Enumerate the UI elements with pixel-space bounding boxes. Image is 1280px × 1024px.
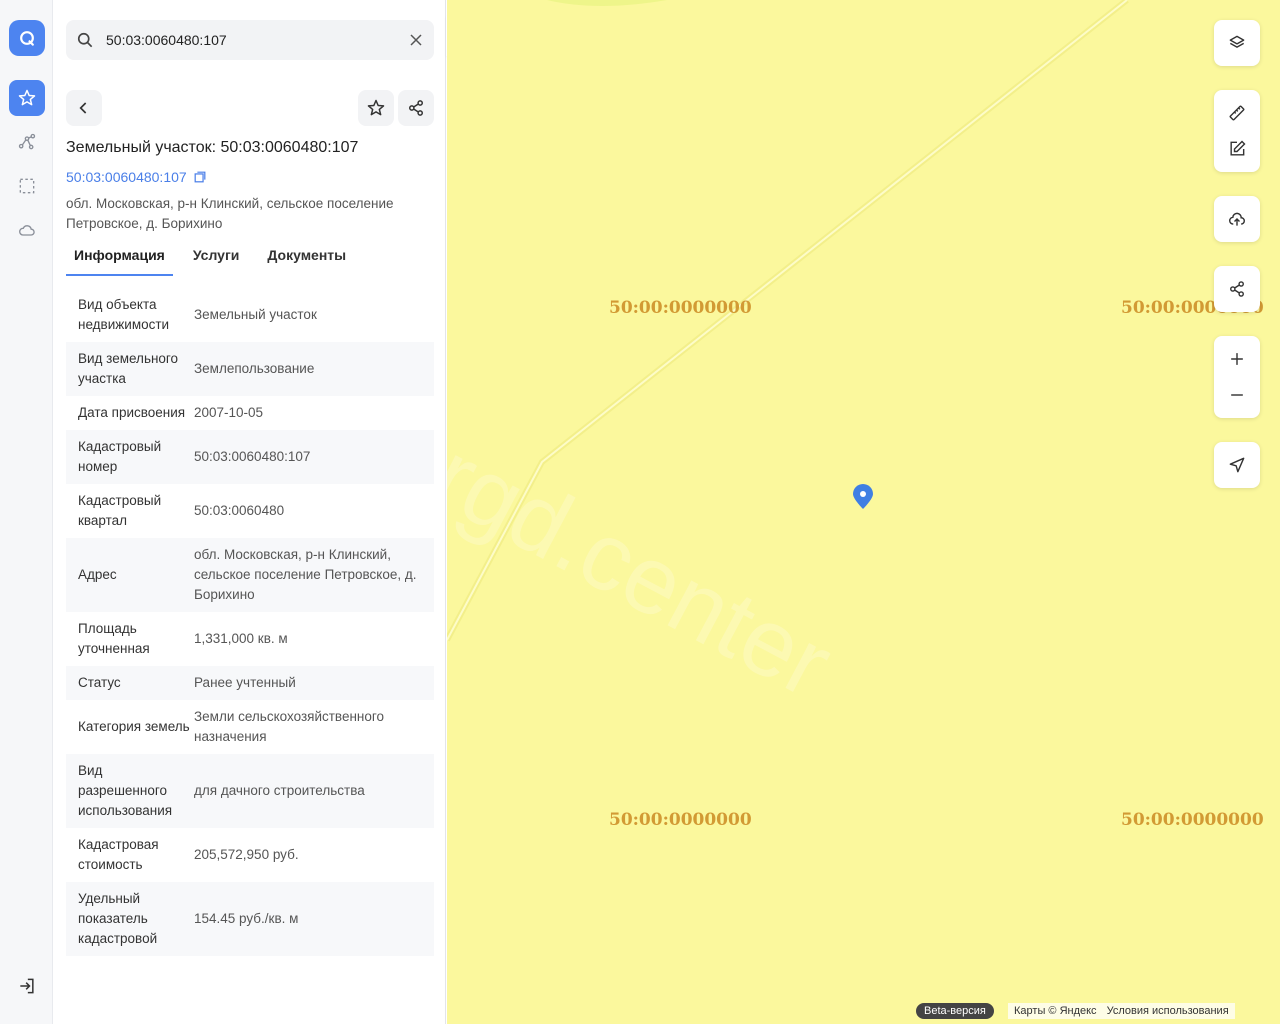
row-value: 1,331,000 кв. м <box>194 631 288 646</box>
quarter-label: 50:00:0000000 <box>609 298 752 318</box>
row-value: для дачного строительства <box>194 783 365 798</box>
favorites-button[interactable] <box>9 80 45 116</box>
share-button[interactable] <box>398 90 434 126</box>
quarter-label: 50:00:0000000 <box>1121 810 1264 830</box>
chevron-left-icon <box>79 102 87 114</box>
row-key: Вид объекта недвижимости <box>78 297 170 332</box>
edit-icon[interactable] <box>1227 139 1247 159</box>
table-row: Статус Ранее учтенный <box>66 666 434 700</box>
route-icon <box>18 133 36 150</box>
cadastral-number-text[interactable]: 50:03:0060480:107 <box>66 169 187 185</box>
table-row: Дата присвоения 2007-10-05 <box>66 396 434 430</box>
left-rail <box>0 0 53 1024</box>
row-value: Ранее учтенный <box>194 675 296 690</box>
beta-badge: Beta-версия <box>916 1003 994 1019</box>
table-row: Адрес обл. Московская, р-н Клинский, сель… <box>66 538 434 612</box>
location-pin-icon[interactable] <box>852 484 874 510</box>
object-panel: Земельный участок: 50:03:0060480:107 50:… <box>54 0 446 1024</box>
search-input[interactable] <box>106 21 408 59</box>
object-address: обл. Московская, р-н Клинский, сельское … <box>66 194 426 234</box>
row-key: Площадь уточненная <box>78 621 150 656</box>
row-key: Вид разрешенного использования <box>78 763 173 818</box>
row-value: 154.45 руб./кв. м <box>194 911 299 926</box>
back-button[interactable] <box>66 90 102 126</box>
share-icon <box>409 100 423 116</box>
quarter-label: 50:00:0000000 <box>609 810 752 830</box>
table-row: Вид земельного участка Землепользование <box>66 342 434 396</box>
close-icon[interactable] <box>408 32 424 48</box>
star-icon <box>367 99 385 116</box>
cloud-button[interactable] <box>9 212 45 248</box>
row-key: Вид земельного участка <box>78 351 179 386</box>
row-key: Кадастровый квартал <box>78 493 162 528</box>
table-row: Вид объекта недвижимости Земельный участо… <box>66 288 434 342</box>
map-attribution: Карты © Яндекс Условия использования <box>1008 1003 1235 1019</box>
info-table: Вид объекта недвижимости Земельный участо… <box>66 288 434 1002</box>
row-key: Статус <box>78 675 121 690</box>
row-key: Удельный показатель кадастровой <box>78 891 158 946</box>
map-share-button[interactable] <box>1214 266 1260 312</box>
row-value: Земли сельскохозяйственного назначения <box>194 709 385 744</box>
row-key: Кадастровая стоимость <box>78 837 159 872</box>
row-key: Дата присвоения <box>78 405 186 420</box>
route-button[interactable] <box>9 124 45 160</box>
cloud-icon <box>19 225 35 236</box>
zoom-in-icon[interactable] <box>1227 349 1247 369</box>
row-value: Земельный участок <box>194 307 317 322</box>
logout-icon <box>20 978 34 994</box>
ruler-icon[interactable] <box>1227 103 1247 123</box>
map-tools-group <box>1214 90 1260 172</box>
row-value: Землепользование <box>194 361 315 376</box>
row-key: Адрес <box>78 567 117 582</box>
area-select-button[interactable] <box>9 168 45 204</box>
terms-link[interactable]: Условия использования <box>1107 1005 1229 1017</box>
tab-services[interactable]: Услуги <box>185 244 248 276</box>
zoom-controls <box>1214 336 1260 418</box>
row-value: 50:03:0060480:107 <box>194 449 311 464</box>
row-value: 50:03:0060480 <box>194 503 285 518</box>
logout-button[interactable] <box>9 968 45 1004</box>
navigation-arrow-icon <box>1229 457 1245 473</box>
copyright-text[interactable]: Карты © Яндекс <box>1014 1005 1097 1017</box>
row-value: 2007-10-05 <box>194 405 264 420</box>
address-line: Петровское, д. Борихино <box>66 216 223 231</box>
address-line: обл. Московская, р-н Клинский, сельское … <box>66 196 394 211</box>
table-row: Кадастровая стоимость 205,572,950 руб. <box>66 828 434 882</box>
layers-button[interactable] <box>1214 20 1260 66</box>
row-key: Категория земель <box>78 719 190 734</box>
page-title: Земельный участок: 50:03:0060480:107 <box>66 139 359 156</box>
cloud-upload-icon <box>1229 212 1245 226</box>
table-row: Удельный показатель кадастровой 154.45 ру… <box>66 882 434 956</box>
star-icon <box>18 89 36 106</box>
table-row: Вид разрешенного использования для дачног… <box>66 754 434 828</box>
row-value: обл. Московская, р-н Клинский, сельское … <box>194 547 417 602</box>
table-row: Кадастровый квартал 50:03:0060480 <box>66 484 434 538</box>
row-value: 205,572,950 руб. <box>194 847 299 862</box>
table-row: Площадь уточненная 1,331,000 кв. м <box>66 612 434 666</box>
table-row: Категория земель Земли сельскохозяйственн… <box>66 700 434 754</box>
search-icon <box>77 32 93 48</box>
tab-info[interactable]: Информация <box>66 244 173 276</box>
table-row: Кадастровый номер 50:03:0060480:107 <box>66 430 434 484</box>
row-key: Кадастровый номер <box>78 439 162 474</box>
tab-bar: Информация Услуги Документы <box>66 244 434 276</box>
copy-icon[interactable] <box>193 170 207 184</box>
share-icon <box>1230 281 1244 297</box>
selection-icon <box>19 178 35 194</box>
locate-button[interactable] <box>1214 442 1260 488</box>
map-canvas[interactable]: rgd.center 50:00:0000000 50:00:0000000 5… <box>447 0 1280 1024</box>
add-favorite-button[interactable] <box>358 90 394 126</box>
app-logo-icon[interactable] <box>9 20 45 56</box>
search-bar <box>66 20 434 60</box>
tab-documents[interactable]: Документы <box>259 244 354 276</box>
cadastral-number-link[interactable]: 50:03:0060480:107 <box>66 169 207 185</box>
layers-icon <box>1229 35 1245 48</box>
zoom-out-icon[interactable] <box>1227 385 1247 405</box>
upload-button[interactable] <box>1214 196 1260 242</box>
